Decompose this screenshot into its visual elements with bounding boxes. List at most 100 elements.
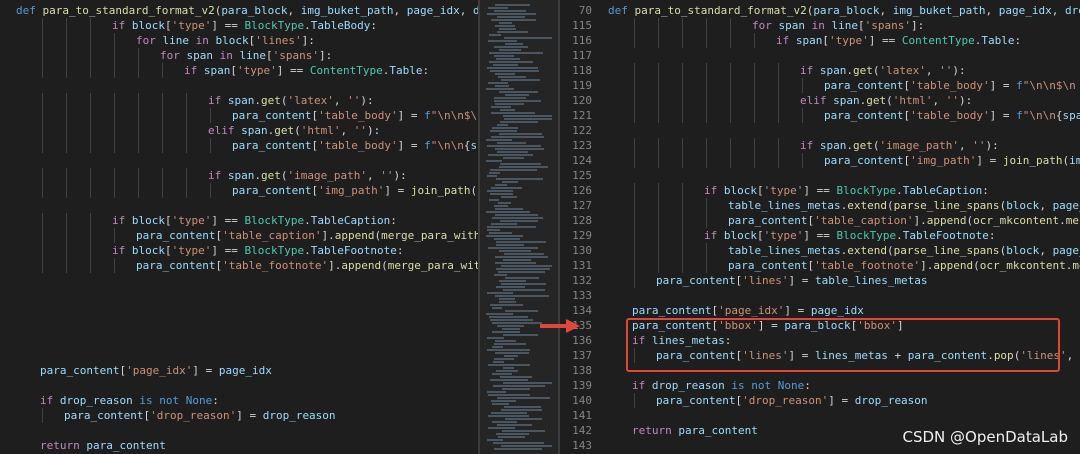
line-number: 136 xyxy=(572,334,592,347)
code-token: img_buket_path xyxy=(892,4,986,17)
indent-guide xyxy=(114,228,115,243)
minimap-stroke xyxy=(486,313,513,315)
minimap-stroke xyxy=(498,202,511,204)
minimap-stroke xyxy=(490,379,528,381)
code-token: merge_par xyxy=(1072,259,1080,272)
indent-guide xyxy=(730,138,731,153)
indent-guide xyxy=(66,243,67,258)
code-token: span xyxy=(203,64,231,77)
minimap[interactable] xyxy=(480,0,560,454)
minimap-stroke xyxy=(502,430,545,432)
minimap-stroke xyxy=(494,97,526,99)
code-token: . xyxy=(846,139,853,152)
code-token: ( xyxy=(872,64,880,77)
indent-guide xyxy=(730,63,731,78)
code-token: , []) xyxy=(1066,349,1080,362)
indent-guide xyxy=(66,48,67,63)
code-token: span xyxy=(227,94,255,107)
minimap-stroke xyxy=(500,121,538,123)
indent-guide xyxy=(162,183,163,198)
indent-guide xyxy=(658,258,659,273)
code-token: table_lines_metas xyxy=(728,244,841,257)
code-token: None xyxy=(777,379,805,392)
minimap-stroke xyxy=(495,352,529,354)
highlight-box xyxy=(626,318,1060,372)
minimap-stroke xyxy=(489,232,512,234)
indent-guide xyxy=(42,168,43,183)
indent-guide xyxy=(634,18,635,33)
minimap-stroke xyxy=(487,292,513,294)
code-token: '' xyxy=(972,139,986,152)
indent-guide xyxy=(658,153,659,168)
code-line: para_content['page_idx'] = page_idx xyxy=(632,303,864,318)
code-line: para_content['lines'] = table_lines_meta… xyxy=(656,273,928,288)
code-token: append xyxy=(933,259,974,272)
indent-guide xyxy=(114,33,115,48)
line-number: 138 xyxy=(572,364,592,377)
code-token: span xyxy=(241,124,268,137)
minimap-stroke xyxy=(499,166,548,168)
code-token: para_content xyxy=(728,259,808,272)
indent-guide xyxy=(90,108,91,123)
minimap-stroke xyxy=(489,61,533,63)
code-token: : xyxy=(982,184,989,197)
code-line: if block['type'] == BlockType.TableBody: xyxy=(112,18,377,33)
indent-guide xyxy=(778,138,779,153)
line-number: 127 xyxy=(572,199,592,212)
indent-guide xyxy=(682,33,683,48)
code-line: if span.get('image_path', ''): xyxy=(800,138,999,153)
indent-guide xyxy=(658,63,659,78)
minimap-stroke xyxy=(499,22,512,24)
minimap-stroke xyxy=(487,226,536,228)
indent-guide xyxy=(90,168,91,183)
minimap-stroke xyxy=(504,253,544,255)
code-token: BlockType xyxy=(244,214,305,227)
code-token: in xyxy=(213,49,240,62)
line-number: 132 xyxy=(572,274,592,287)
code-token: TableCaption xyxy=(310,214,391,227)
indent-guide xyxy=(90,213,91,228)
right-code-editor[interactable]: 70 def para_to_standard_format_v2(para_bl… xyxy=(560,0,1080,454)
code-token: 'type' xyxy=(237,64,277,77)
left-code-editor[interactable]: def para_to_standard_format_v2 (para_bloc… xyxy=(0,0,478,454)
code-token: , xyxy=(1039,199,1053,212)
code-token: 'page_idx' xyxy=(718,304,785,317)
indent-guide xyxy=(754,78,755,93)
line-number: 141 xyxy=(572,409,592,422)
minimap-stroke xyxy=(495,184,507,186)
minimap-stroke xyxy=(503,115,552,117)
code-token: drop_reason xyxy=(854,394,928,407)
code-line: para_content['table_body'] = f"\n\n{span… xyxy=(824,108,1080,123)
code-token: ): xyxy=(952,64,966,77)
code-token: parse_line_spans xyxy=(893,244,1000,257)
indent-guide xyxy=(658,108,659,123)
code-token: BlockType xyxy=(836,184,897,197)
code-token: : xyxy=(396,244,404,257)
minimap-stroke xyxy=(488,415,529,417)
code-token: para_content xyxy=(656,274,736,287)
code-token: span xyxy=(795,34,823,47)
minimap-stroke xyxy=(493,442,544,444)
indent-guide xyxy=(90,63,91,78)
code-line: elif span.get('html', ''): xyxy=(800,93,972,108)
minimap-stroke xyxy=(486,88,514,90)
code-token: merge_para_with_text xyxy=(387,259,478,272)
code-token: , xyxy=(932,94,946,107)
code-token: block xyxy=(215,34,249,47)
minimap-stroke xyxy=(501,196,517,198)
line-number: 126 xyxy=(572,184,592,197)
indent-guide xyxy=(706,153,707,168)
code-token: [ xyxy=(165,19,172,32)
code-token: TableBody xyxy=(310,19,371,32)
minimap-stroke xyxy=(499,49,521,51)
minimap-stroke xyxy=(492,346,503,348)
code-line: para_content['img_path'] = join_path(img… xyxy=(232,183,478,198)
code-token: span xyxy=(186,49,214,62)
code-line: if span.get('latex', ''): xyxy=(800,63,966,78)
code-line: para_content['drop_reason'] = drop_reaso… xyxy=(64,408,336,423)
minimap-stroke xyxy=(492,322,542,324)
code-token: para_content xyxy=(678,424,758,437)
code-token: ] = xyxy=(236,409,263,422)
indent-guide xyxy=(802,78,803,93)
code-token: extend xyxy=(847,244,887,257)
